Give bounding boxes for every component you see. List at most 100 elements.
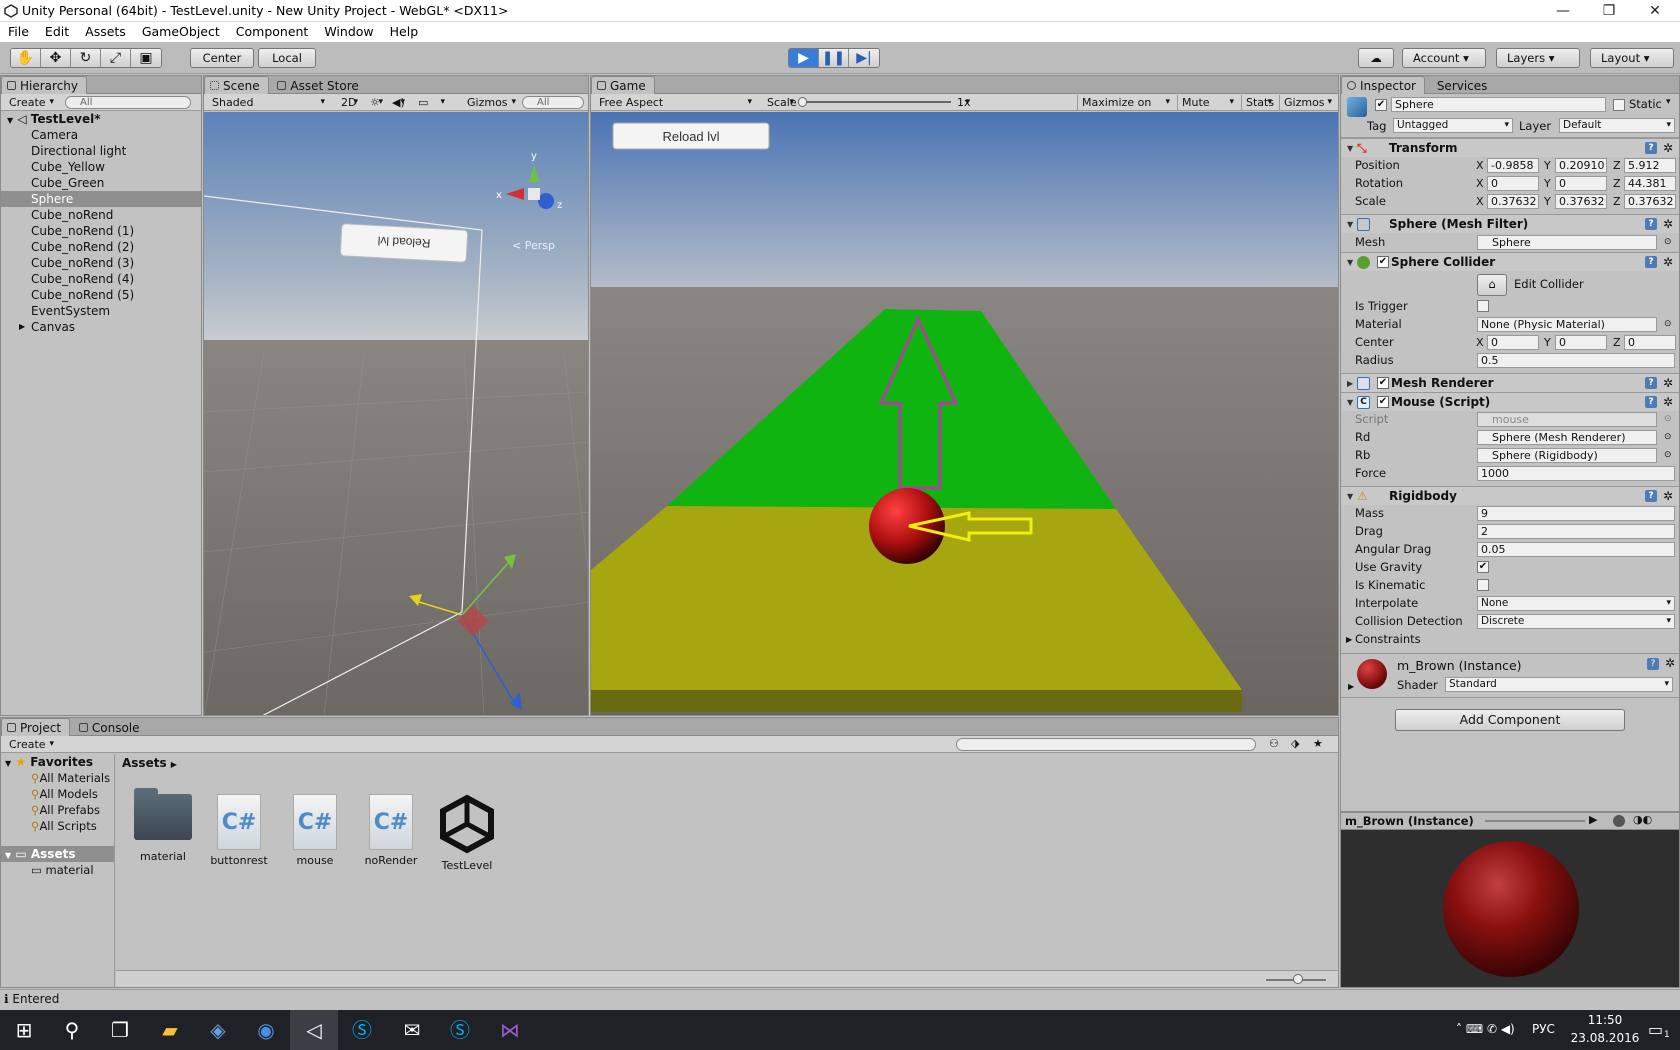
hierarchy-item-norend-5[interactable]: Cube_noRend (5) [1,287,201,303]
minimize-button[interactable]: — [1540,0,1586,22]
tab-inspector[interactable]: Inspector [1341,76,1425,94]
hierarchy-item-cube-yellow[interactable]: Cube_Yellow [1,159,201,175]
center-z-field[interactable]: 0 [1624,335,1676,350]
persp-label[interactable]: < Persp [512,239,555,252]
2d-toggle[interactable]: 2D [337,95,361,110]
asset-material-folder[interactable]: material [128,788,198,863]
shading-dropdown[interactable]: Shaded [208,95,328,110]
hierarchy-item-eventsystem[interactable]: EventSystem [1,303,201,319]
center-y-field[interactable]: 0 [1555,335,1607,350]
rect-tool-icon[interactable]: ▣ [131,49,161,67]
tab-hierarchy[interactable]: Hierarchy [1,76,88,94]
play-icon[interactable]: ▶ [789,49,819,67]
preview-play-icon[interactable]: ▶ [1589,813,1597,826]
scene-gizmos-dropdown[interactable]: Gizmos [463,95,519,110]
maximize-button[interactable]: ❐ [1586,0,1632,22]
rotation-z-field[interactable]: 44.381 [1624,176,1676,191]
material-preview-sphere[interactable] [1443,841,1579,977]
center-x-field[interactable]: 0 [1487,335,1539,350]
notification-icon[interactable]: ▭ [1648,1020,1663,1039]
help-icon[interactable]: ? [1645,490,1657,502]
windows-start-icon[interactable]: ⊞ [0,1010,48,1050]
rigidbody-header[interactable]: ▼ ⚠ Rigidbody? ✲ [1341,486,1679,505]
gear-icon[interactable]: ✲ [1663,393,1673,412]
shader-dropdown[interactable]: Standard [1445,677,1673,692]
rb-field[interactable]: Sphere (Rigidbody) [1477,448,1657,463]
language-indicator[interactable]: РУС [1532,1022,1555,1036]
sphere-object[interactable] [869,488,945,564]
asset-buttonrest[interactable]: C# buttonrest [204,794,274,867]
pause-icon[interactable]: ❚❚ [819,49,849,67]
help-icon[interactable]: ? [1645,218,1657,230]
object-picker-icon[interactable]: ⊙ [1664,447,1672,464]
hierarchy-search-input[interactable]: All [65,96,191,109]
fav-all-materials[interactable]: ⚲All Materials [1,770,114,786]
rigidbody-fold-icon[interactable]: ▼ [1347,487,1353,506]
scale-y-field[interactable]: 0.37632 [1555,194,1607,209]
gear-icon[interactable]: ✲ [1663,215,1673,234]
sphere-collider-header[interactable]: ▼ ✔ Sphere Collider? ✲ [1341,252,1679,271]
layers-dropdown[interactable]: Layers ▾ [1496,48,1580,68]
collider-fold-icon[interactable]: ▼ [1347,253,1353,272]
collision-detection-dropdown[interactable]: Discrete [1477,614,1675,629]
favorites-node[interactable]: ▼ ★ Favorites [1,754,114,770]
fav-all-prefabs[interactable]: ⚲All Prefabs [1,802,114,818]
is-trigger-checkbox[interactable] [1477,300,1489,312]
object-picker-icon[interactable]: ⊙ [1664,429,1672,446]
help-icon[interactable]: ? [1647,658,1659,670]
gear-icon[interactable]: ✲ [1663,139,1673,158]
preview-drag-handle[interactable] [1485,820,1585,822]
mute-audio-toggle[interactable]: Mute audio [1177,95,1237,124]
assets-fold-icon[interactable]: ▼ [5,851,11,860]
edit-collider-icon[interactable]: ⌂ [1477,274,1507,296]
move-tool-icon[interactable]: ✥ [41,49,71,67]
mesh-field[interactable]: Sphere [1477,235,1657,250]
object-picker-icon[interactable]: ⊙ [1664,234,1672,251]
audio-toggle-icon[interactable]: ◀) [388,95,408,110]
use-gravity-checkbox[interactable]: ✔ [1477,561,1489,573]
browser-icon[interactable]: ◉ [242,1010,290,1050]
unity-taskbar-icon[interactable]: ◁ [290,1010,338,1050]
collider-enabled-checkbox[interactable]: ✔ [1377,256,1389,268]
preview-lights-icon[interactable]: ◑◐ [1633,813,1652,826]
pivot-center-button[interactable]: Center [190,48,254,68]
angular-drag-field[interactable]: 0.05 [1477,542,1675,557]
scene-root[interactable]: ▼ ◁ TestLevel* [1,111,201,127]
gear-icon[interactable]: ✲ [1663,253,1673,272]
mass-field[interactable]: 9 [1477,506,1675,521]
tray-icons[interactable]: ˄ ⌨ ✆ ◀) [1456,1022,1515,1036]
static-dropdown-icon[interactable]: ▾ [1666,97,1671,107]
collapsed-triangle-icon[interactable]: ▶ [19,319,25,335]
cloud-icon[interactable]: ☁ [1358,48,1394,68]
game-viewport[interactable]: Reload lvl [591,112,1339,716]
fav-all-scripts[interactable]: ⚲All Scripts [1,818,114,834]
step-icon[interactable]: ▶| [849,49,879,67]
menu-help[interactable]: Help [382,22,427,42]
tree-material-folder[interactable]: ▭ material [1,862,114,878]
active-checkbox[interactable]: ✔ [1375,99,1387,111]
rd-field[interactable]: Sphere (Mesh Renderer) [1477,430,1657,445]
aspect-dropdown[interactable]: Free Aspect [595,95,755,110]
menu-assets[interactable]: Assets [77,22,134,42]
scale-slider-thumb[interactable] [798,97,807,107]
object-picker-icon[interactable]: ⊙ [1664,316,1672,333]
search-icon[interactable]: ⚲ [48,1010,96,1050]
clock-date[interactable]: 23.08.2016 [1566,1031,1644,1045]
help-icon[interactable]: ? [1645,377,1657,389]
asset-mouse[interactable]: C# mouse [280,794,350,867]
tab-project[interactable]: Project [1,718,71,736]
app-icon[interactable]: ◈ [194,1010,242,1050]
static-checkbox[interactable] [1613,99,1625,111]
menu-window[interactable]: Window [316,22,381,42]
gear-icon[interactable]: ✲ [1663,374,1673,393]
force-field[interactable]: 1000 [1477,466,1675,481]
scale-z-field[interactable]: 0.37632 [1624,194,1676,209]
hierarchy-item-canvas[interactable]: ▶ Canvas [1,319,201,335]
mesh-filter-header[interactable]: ▼ Sphere (Mesh Filter)? ✲ [1341,214,1679,233]
effects-dropdown-icon[interactable]: ▭ [414,95,448,110]
script-fold-icon[interactable]: ▼ [1347,393,1353,412]
scale-slider[interactable] [801,101,951,103]
game-gizmos-dropdown[interactable]: Gizmos [1279,95,1335,110]
mail-icon[interactable]: ✉ [388,1010,436,1050]
expand-triangle-icon[interactable]: ▼ [7,116,13,125]
